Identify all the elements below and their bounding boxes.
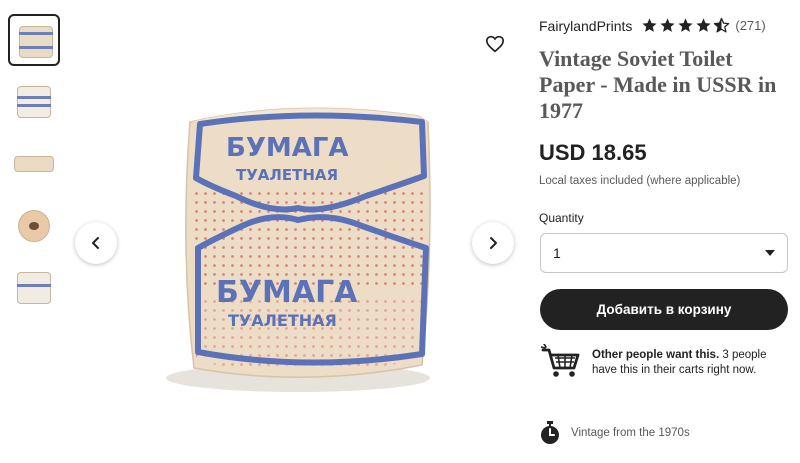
- favorite-button[interactable]: [481, 30, 509, 58]
- thumbnail-4-core: [29, 222, 39, 230]
- thumbnail-1-band: [19, 46, 53, 49]
- next-image-button[interactable]: [472, 222, 514, 264]
- price: USD 18.65: [539, 140, 647, 165]
- toilet-paper-roll-image: БУМАГА ТУАЛЕТНАЯ БУМАГА ТУАЛЕТНАЯ: [166, 107, 431, 392]
- thumbnail-2-band: [17, 104, 51, 107]
- thumbnail-2-band: [17, 96, 51, 99]
- previous-image-button[interactable]: [75, 222, 117, 264]
- shop-row: FairylandPrints (271): [539, 17, 766, 34]
- heart-icon: [486, 35, 504, 53]
- quantity-label: Quantity: [539, 211, 584, 225]
- thumbnail-3[interactable]: [8, 138, 60, 190]
- thumbnail-3-image: [14, 156, 54, 172]
- thumbnail-1-image: [19, 26, 53, 58]
- chevron-left-icon: [92, 237, 99, 249]
- roll-sub-top: ТУАЛЕТНАЯ: [236, 166, 338, 184]
- thumbnail-4[interactable]: [8, 200, 60, 252]
- caret-down-icon: [765, 250, 775, 256]
- stopwatch-icon: [541, 421, 559, 444]
- thumbnail-1-band: [19, 32, 53, 35]
- roll-brand-top: БУМАГА: [226, 133, 349, 163]
- thumbnail-2-image: [17, 86, 51, 118]
- vintage-note: Vintage from the 1970s: [539, 421, 690, 445]
- roll-sub-bottom: ТУАЛЕТНАЯ: [228, 311, 337, 330]
- star-icon: [660, 18, 675, 32]
- tax-note: Local taxes included (where applicable): [539, 175, 741, 187]
- thumbnail-5[interactable]: [8, 262, 60, 314]
- shop-name-link[interactable]: FairylandPrints: [539, 18, 632, 34]
- star-icon: [678, 18, 693, 32]
- add-to-cart-button[interactable]: Добавить в корзину: [540, 289, 788, 330]
- cart-demand-bold: Other people want this.: [592, 349, 720, 361]
- roll-brand-bottom: БУМАГА: [216, 275, 358, 310]
- thumbnail-5-image: [17, 272, 51, 304]
- star-icon: [696, 18, 711, 32]
- star-rating[interactable]: [641, 17, 731, 34]
- half-star-icon: [714, 17, 730, 33]
- thumbnail-5-band: [17, 284, 51, 287]
- thumbnail-2[interactable]: [8, 76, 60, 128]
- chevron-right-icon: [490, 237, 497, 249]
- listing-title: Vintage Soviet Toilet Paper - Made in US…: [539, 46, 777, 123]
- quantity-select[interactable]: 1: [540, 233, 788, 273]
- quantity-value: 1: [553, 245, 561, 261]
- vintage-text: Vintage from the 1970s: [571, 427, 690, 439]
- star-icon: [642, 18, 657, 32]
- thumbnail-1[interactable]: [8, 14, 60, 66]
- cart-demand-text: Other people want this. 3 people have th…: [592, 348, 782, 378]
- shopping-cart-icon: [541, 344, 580, 377]
- review-count[interactable]: (271): [735, 18, 765, 33]
- product-image[interactable]: БУМАГА ТУАЛЕТНАЯ БУМАГА ТУАЛЕТНАЯ: [66, 0, 530, 463]
